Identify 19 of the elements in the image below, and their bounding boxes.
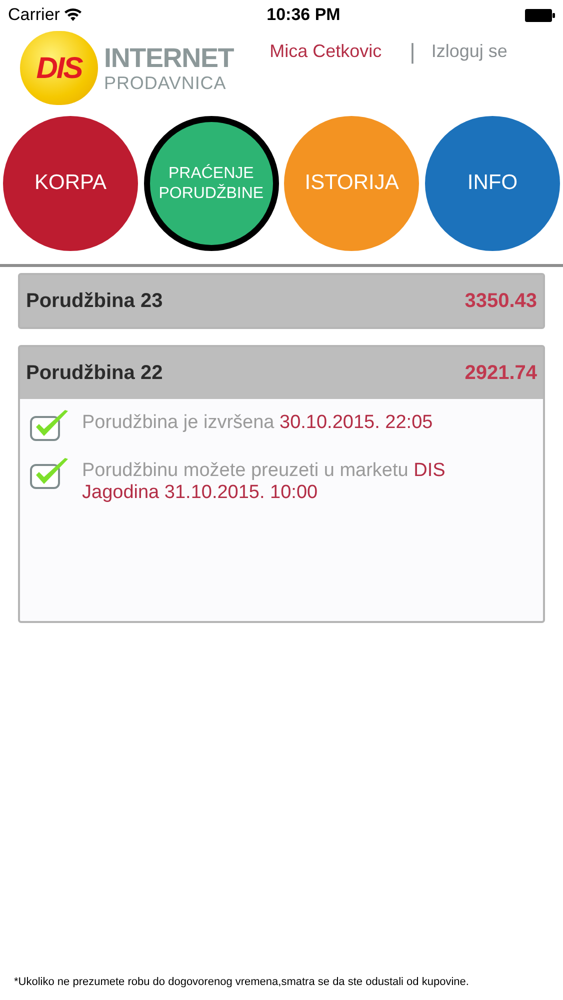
footnote: *Ukoliko ne prezumete robu do dogovorenog vremena,smatra se da ste odustali od kupovine. [14, 975, 469, 990]
order-title: Porudžbina 23 [26, 289, 163, 314]
status-message: Porudžbina je izvršena 30.10.2015. 22:05 [82, 411, 434, 434]
battery-icon [525, 8, 555, 22]
order-total: 2921.74 [464, 361, 537, 386]
logout-link[interactable]: Izloguj se [431, 38, 508, 65]
status-message: Porudžbinu možete preuzeti u marketu DIS Jagodina 31.10.2015. 10:00 [82, 459, 446, 504]
user-name: Mica Cetkovic [270, 40, 382, 63]
separator: | [410, 38, 416, 66]
status-time: 10:36 PM [266, 4, 340, 26]
order-total: 3350.43 [464, 289, 537, 314]
order-title: Porudžbina 22 [26, 361, 163, 386]
carrier-name: Carrier [8, 4, 60, 26]
nav-button[interactable]: KORPA [3, 116, 138, 251]
order-header[interactable]: Porudžbina 23 3350.43 [20, 275, 543, 327]
order-header[interactable]: Porudžbina 22 2921.74 [20, 347, 543, 399]
wifi-icon [64, 8, 82, 22]
nav-button[interactable]: INFO [424, 116, 560, 251]
nav-button[interactable]: PRAĆENJE PORUDŽBINE [144, 116, 279, 251]
